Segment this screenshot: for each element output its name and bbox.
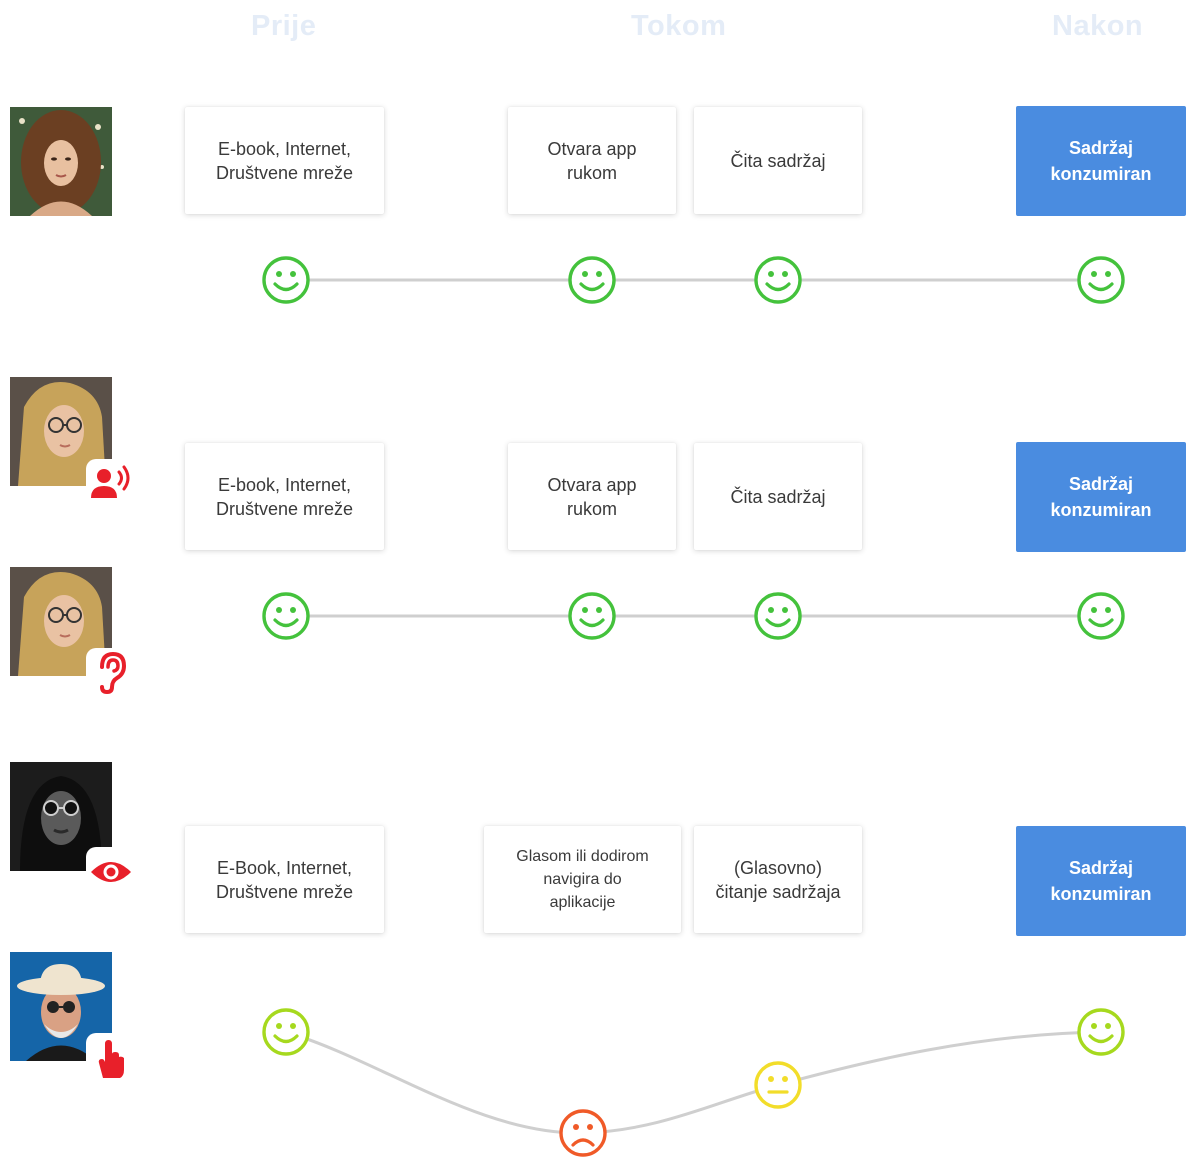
happy-face-icon (568, 256, 616, 304)
happy-face-icon (1077, 1008, 1125, 1056)
touch-hand-icon (98, 1040, 124, 1078)
row3-card-after: Sadržaj konzumiran (1016, 826, 1186, 936)
speaking-person-badge (86, 459, 136, 509)
happy-face-icon (1077, 256, 1125, 304)
sad-face-icon (559, 1109, 607, 1157)
ear-icon (100, 651, 127, 695)
eye-icon (91, 862, 131, 882)
row3-card-during-2: (Glasovno) čitanje sadržaja (694, 826, 862, 933)
happy-face-icon (1077, 592, 1125, 640)
row1-card-after: Sadržaj konzumiran (1016, 106, 1186, 216)
row3-journey-curve (285, 1030, 1102, 1135)
row2-card-before: E-book, Internet, Društvene mreže (185, 443, 384, 550)
row2-card-during-1: Otvara app rukom (508, 443, 676, 550)
row3-card-during-1: Glasom ili dodirom navigira do aplikacij… (484, 826, 681, 933)
happy-face-icon (262, 592, 310, 640)
row1-card-during-2: Čita sadržaj (694, 107, 862, 214)
touch-hand-badge (86, 1033, 136, 1083)
row1-card-during-1: Otvara app rukom (508, 107, 676, 214)
eye-badge (86, 847, 136, 897)
happy-face-icon (262, 256, 310, 304)
row3-card-before: E-Book, Internet, Društvene mreže (185, 826, 384, 933)
persona-avatar-curly-woman (10, 107, 112, 216)
happy-face-icon (754, 256, 802, 304)
row2-card-after: Sadržaj konzumiran (1016, 442, 1186, 552)
row1-card-before: E-book, Internet, Društvene mreže (185, 107, 384, 214)
neutral-face-icon (754, 1061, 802, 1109)
ear-badge (86, 648, 136, 698)
speaking-person-icon (91, 465, 130, 498)
happy-face-icon (754, 592, 802, 640)
happy-face-icon (262, 1008, 310, 1056)
row2-card-during-2: Čita sadržaj (694, 443, 862, 550)
happy-face-icon (568, 592, 616, 640)
